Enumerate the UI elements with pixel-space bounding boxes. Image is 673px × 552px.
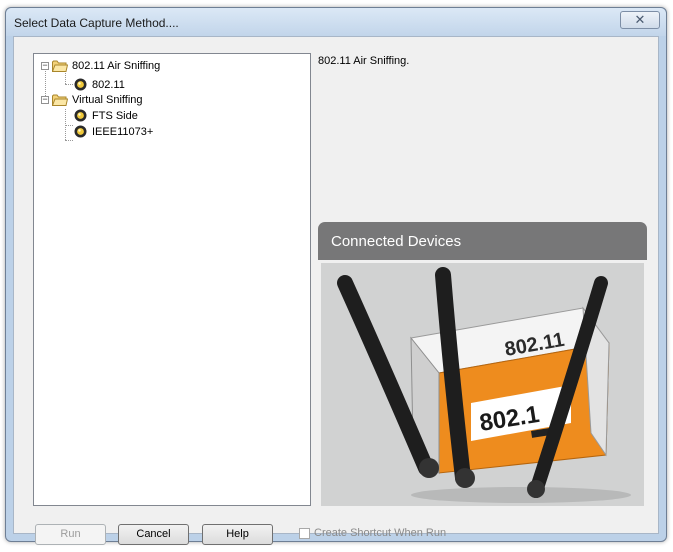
device-image: 802.1 802.11 <box>321 263 644 506</box>
tree-connector <box>65 140 73 141</box>
tree-item-label: FTS Side <box>92 109 138 122</box>
tree-group-air-sniffing[interactable]: − 802.11 Air Sniffing <box>41 58 160 73</box>
capture-node-icon <box>74 125 87 138</box>
sniffer-device-illustration: 802.1 802.11 <box>337 267 631 503</box>
panel-title: Connected Devices <box>318 222 647 260</box>
close-icon: ✕ <box>634 12 646 27</box>
dialog-client-area: − 802.11 Air Sniffing 802.11 − Virtual S… <box>13 36 659 545</box>
title-bar[interactable]: Select Data Capture Method.... ✕ <box>6 8 666 36</box>
connected-devices-panel: Connected Devices 802.1 802.11 <box>318 222 647 506</box>
dialog-button-bar: Run Cancel Help Create Shortcut When Run <box>14 524 658 552</box>
collapse-toggle-icon[interactable]: − <box>41 94 49 104</box>
tree-item-label: Virtual Sniffing <box>72 93 143 106</box>
tree-item-label: 802.11 <box>92 78 125 91</box>
create-shortcut-label: Create Shortcut When Run <box>314 527 447 539</box>
help-button[interactable]: Help <box>202 524 273 545</box>
dialog-title: Select Data Capture Method.... <box>14 16 179 30</box>
collapse-toggle-icon[interactable]: − <box>41 60 49 70</box>
cancel-button[interactable]: Cancel <box>118 524 189 545</box>
run-button[interactable]: Run <box>35 524 106 545</box>
tree-item-802-11[interactable]: 802.11 <box>74 77 125 92</box>
tree-item-fts-side[interactable]: FTS Side <box>74 108 138 123</box>
tree-connector <box>65 125 73 126</box>
close-button[interactable]: ✕ <box>620 11 660 29</box>
folder-icon <box>52 94 68 106</box>
capture-method-tree[interactable]: − 802.11 Air Sniffing 802.11 − Virtual S… <box>33 53 311 506</box>
method-description: 802.11 Air Sniffing. <box>318 55 410 67</box>
capture-node-icon <box>74 78 87 91</box>
capture-node-icon <box>74 109 87 122</box>
tree-item-label: IEEE11073+ <box>92 125 154 138</box>
tree-connector <box>65 84 73 85</box>
create-shortcut-checkbox[interactable] <box>299 527 310 539</box>
tree-group-virtual-sniffing[interactable]: − Virtual Sniffing <box>41 92 143 107</box>
tree-item-label: 802.11 Air Sniffing <box>72 59 161 72</box>
folder-icon <box>52 60 68 72</box>
create-shortcut-option[interactable]: Create Shortcut When Run <box>299 527 446 539</box>
dialog-window: Select Data Capture Method.... ✕ − 802.1… <box>5 7 667 545</box>
tree-item-ieee11073[interactable]: IEEE11073+ <box>74 124 153 139</box>
